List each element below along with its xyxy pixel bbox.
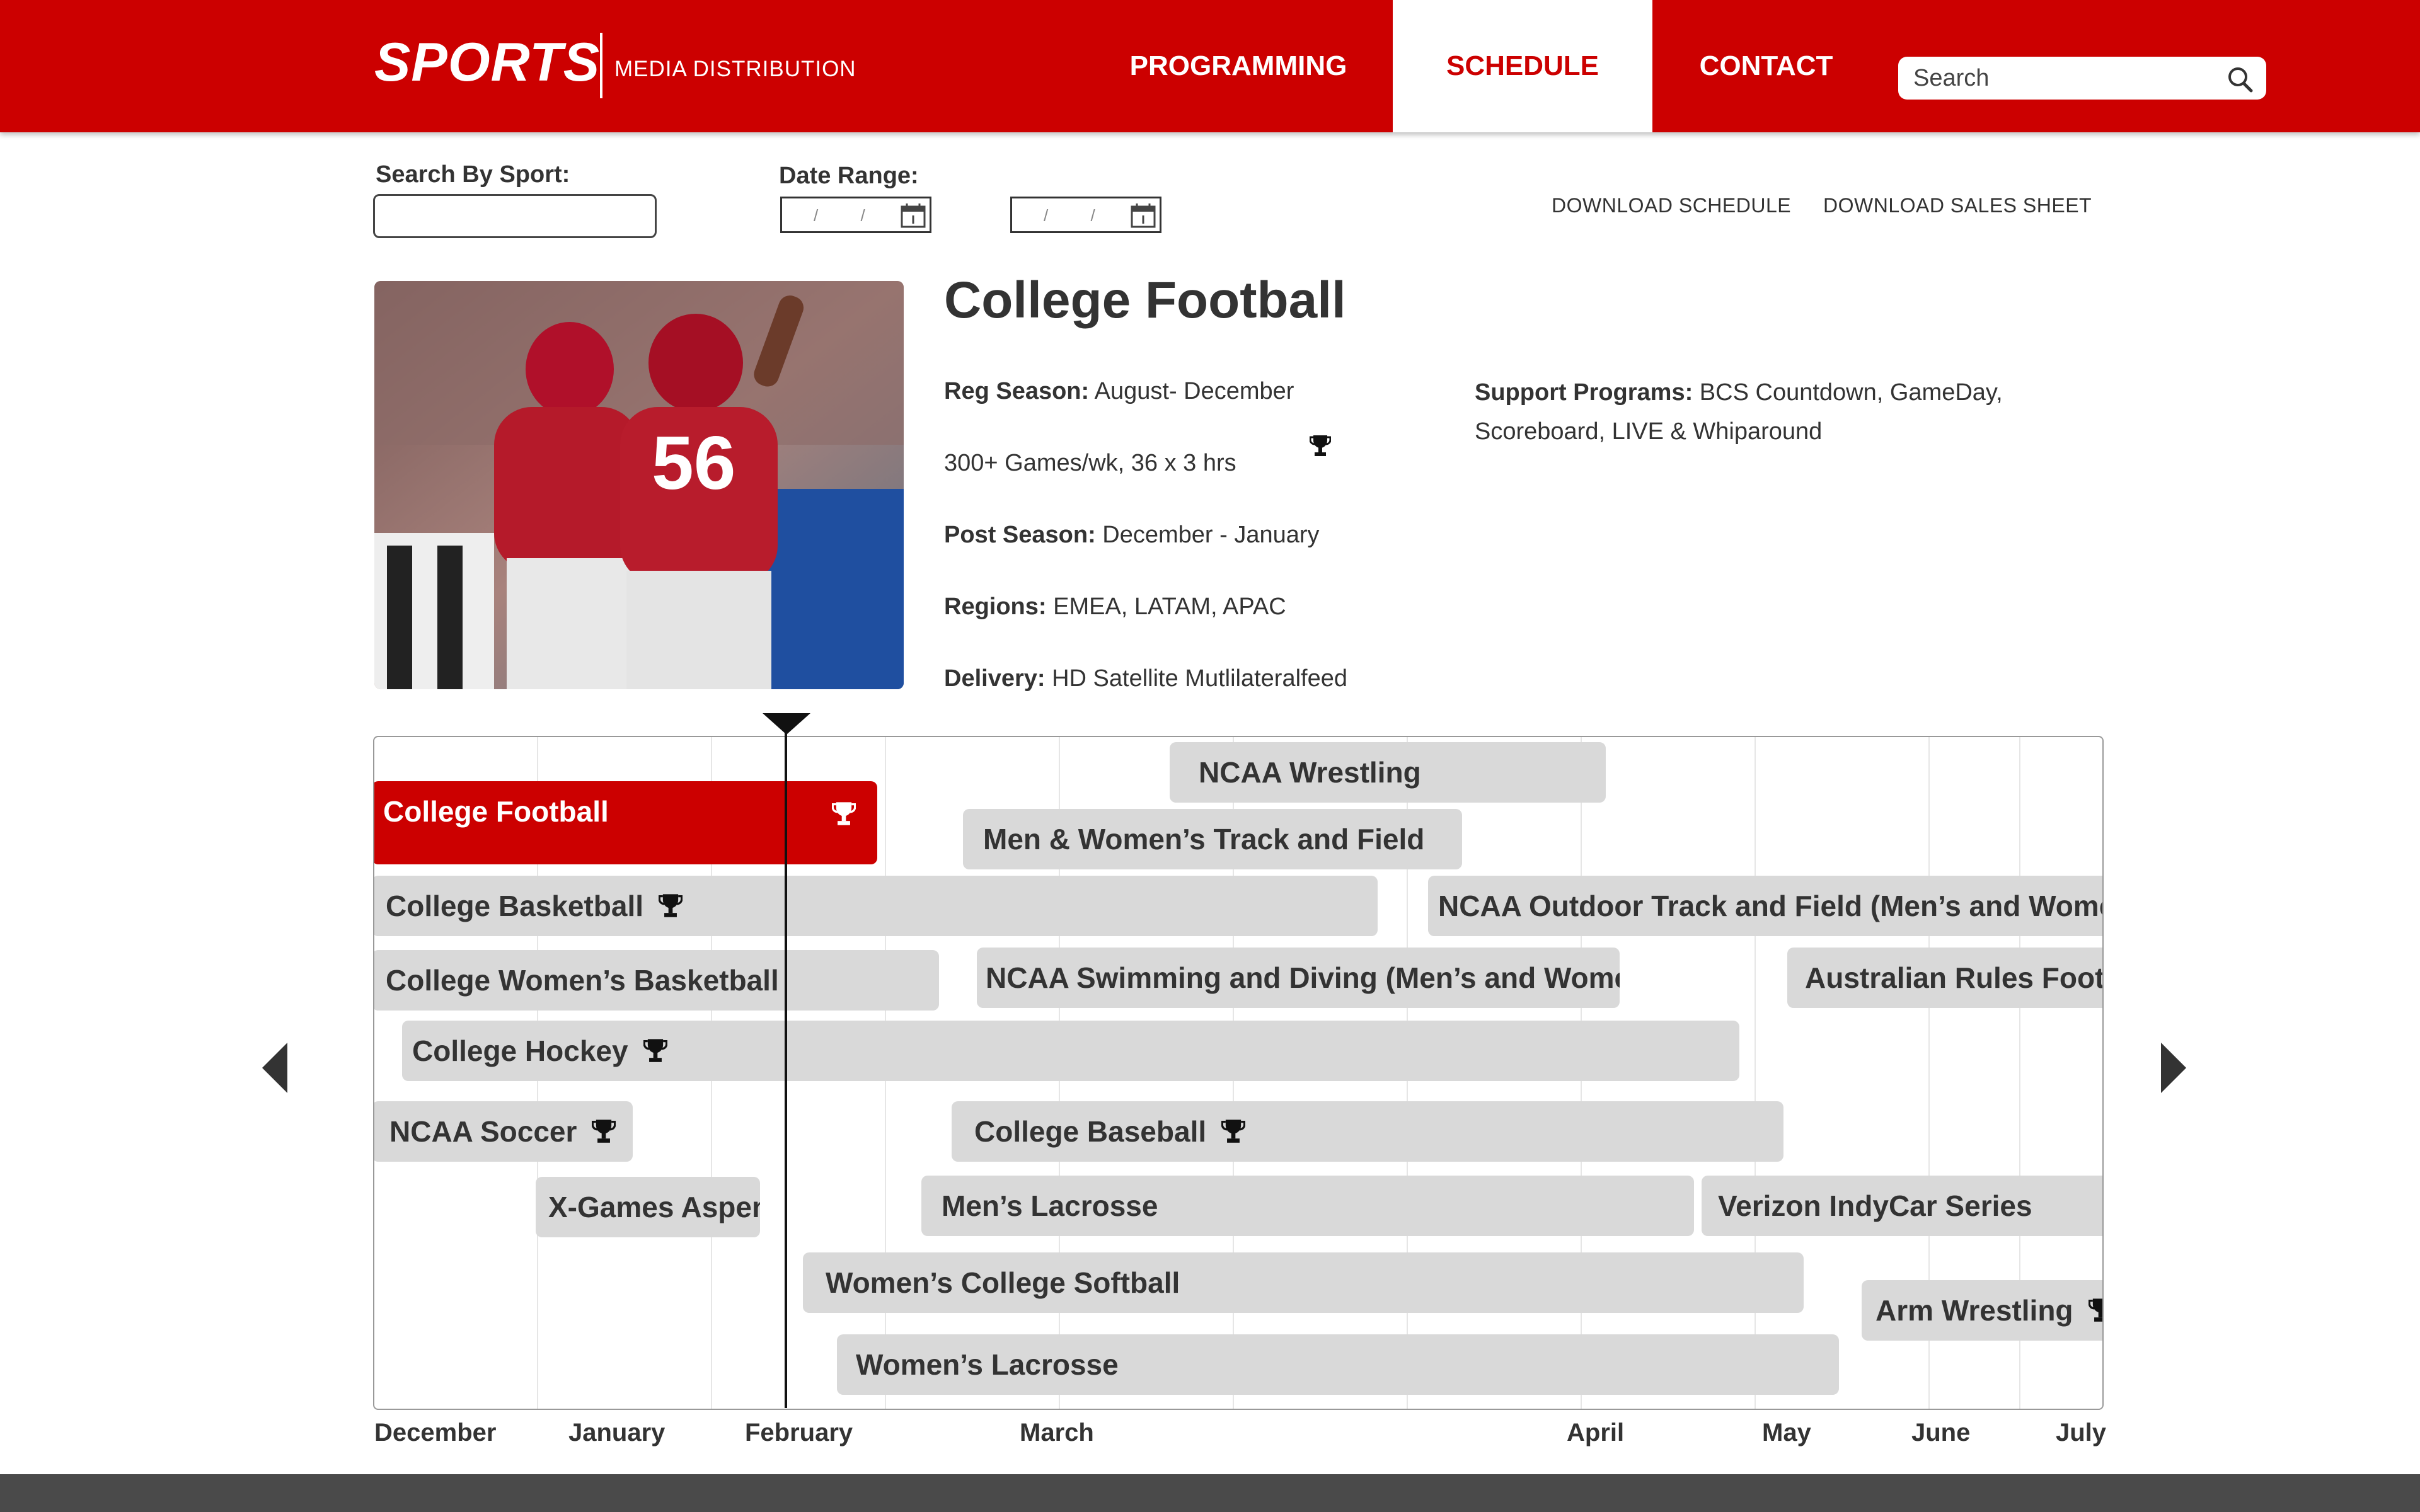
calendar-icon[interactable] (1129, 202, 1157, 229)
trophy-icon-wrap (643, 1034, 667, 1067)
games-detail: 300+ Games/wk, 36 x 3 hrs (944, 450, 1236, 476)
timeline-bar-label: NCAA Outdoor Track and Field (Men’s and … (1438, 890, 2104, 922)
sport-title: College Football (944, 272, 1346, 329)
calendar-icon[interactable] (899, 202, 927, 229)
logo-divider (600, 33, 602, 98)
timeline-bar-label: College Baseball (974, 1115, 1207, 1148)
trophy-icon (658, 894, 683, 917)
trophy-icon (592, 1120, 616, 1143)
delivery-value: HD Satellite Mutlilateralfeed (1045, 665, 1347, 692)
timeline-bar-label: NCAA Wrestling (1199, 756, 1421, 789)
trophy-icon-wrap (1221, 1115, 1246, 1148)
timeline-bar[interactable]: Verizon IndyCar Series (1702, 1176, 2102, 1236)
nav-programming[interactable]: PROGRAMMING (1100, 0, 1377, 132)
logo[interactable]: SPORTS (374, 35, 600, 89)
timeline-bar[interactable]: College Football (374, 781, 877, 864)
post-season-detail: Post Season: December - January (944, 523, 1320, 547)
timeline-bar-label: Australian Rules Football (1805, 961, 2104, 994)
timeline-bar-label: College Hockey (412, 1034, 628, 1067)
regions-value: EMEA, LATAM, APAC (1046, 593, 1286, 620)
timeline-bar-label: Women’s College Softball (826, 1266, 1180, 1299)
timeline-bar[interactable]: X-Games Aspen (536, 1177, 760, 1237)
timeline-bar[interactable]: College Baseball (952, 1101, 1783, 1162)
sport-select[interactable] (373, 194, 657, 238)
search-icon[interactable] (2226, 66, 2255, 93)
timeline-bar[interactable]: College Women’s Basketball (374, 950, 939, 1011)
timeline-bar[interactable]: NCAA Soccer (374, 1101, 633, 1162)
site-footer (0, 1474, 2420, 1512)
timeline-bar-label: Women’s Lacrosse (856, 1348, 1119, 1381)
date-placeholder: / / (814, 206, 884, 225)
timeline-bar-label: College Football (383, 795, 609, 828)
timeline-bar[interactable]: Women’s College Softball (803, 1252, 1804, 1313)
month-label: April (1567, 1419, 1625, 1446)
date-range-label: Date Range: (779, 163, 919, 189)
month-label: May (1762, 1419, 1811, 1446)
trophy-icon (831, 802, 856, 825)
timeline-bar[interactable]: College Basketball (374, 876, 1378, 936)
nav-schedule[interactable]: SCHEDULE (1393, 0, 1652, 132)
timeline-bar[interactable]: NCAA Wrestling (1170, 742, 1606, 803)
timeline-bar-label: Men & Women’s Track and Field (983, 823, 1425, 856)
timeline-bar[interactable]: Men & Women’s Track and Field (963, 809, 1462, 869)
schedule-timeline: NCAA Wrestling College Football Men & Wome… (373, 736, 2104, 1410)
download-sales-sheet-link[interactable]: DOWNLOAD SALES SHEET (1823, 195, 2092, 215)
nav-contact[interactable]: CONTACT (1664, 0, 1869, 132)
timeline-bar[interactable]: Australian Rules Football (1787, 948, 2104, 1008)
search-input[interactable] (1913, 62, 2216, 94)
timeline-bar[interactable]: Men’s Lacrosse (921, 1176, 1694, 1236)
timeline-bar[interactable]: NCAA Outdoor Track and Field (Men’s and … (1428, 876, 2104, 936)
month-label: March (1020, 1419, 1094, 1446)
trophy-icon-wrap (831, 784, 856, 844)
reg-season-value: August- December (1089, 378, 1294, 404)
month-label: February (745, 1419, 853, 1446)
trophy-icon-wrap (658, 890, 683, 922)
regions-detail: Regions: EMEA, LATAM, APAC (944, 595, 1286, 619)
reg-season-detail: Reg Season: August- December (944, 379, 1294, 403)
timeline-bar[interactable]: NCAA Swimming and Diving (Men’s and Wome… (977, 948, 1620, 1008)
trophy-icon-wrap (2088, 1294, 2102, 1327)
current-date-line (785, 724, 787, 1408)
trophy-icon-wrap (592, 1115, 616, 1148)
regions-label: Regions: (944, 593, 1047, 620)
search-box (1898, 57, 2266, 100)
timeline-bar-label: College Basketball (386, 890, 644, 922)
support-label: Support Programs: (1475, 379, 1693, 406)
support-programs: Support Programs: BCS Countdown, GameDay… (1475, 373, 2042, 451)
logo-subtitle: MEDIA DISTRIBUTION (614, 57, 856, 81)
month-label: December (374, 1419, 497, 1446)
delivery-label: Delivery: (944, 665, 1046, 692)
post-season-value: December - January (1095, 522, 1320, 548)
month-label: January (568, 1419, 666, 1446)
sport-photo: 56 (374, 281, 904, 689)
timeline-bar[interactable]: College Hockey (402, 1021, 1739, 1081)
timeline-bar-label: X-Games Aspen (548, 1191, 760, 1223)
sport-filter-label: Search By Sport: (376, 161, 570, 188)
date-placeholder: / / (1044, 206, 1114, 225)
timeline-bar-label: Men’s Lacrosse (942, 1189, 1158, 1222)
month-label: June (1911, 1419, 1971, 1446)
trophy-icon (643, 1039, 667, 1062)
date-start-field[interactable]: / / (780, 197, 931, 233)
date-end-field[interactable]: / / (1010, 197, 1161, 233)
trophy-icon (1221, 1120, 1246, 1143)
month-label: July (2056, 1419, 2107, 1446)
timeline-bar[interactable]: Arm Wrestling (1862, 1280, 2102, 1341)
trophy-icon (2088, 1298, 2102, 1322)
timeline-bar-label: Arm Wrestling (1876, 1294, 2073, 1327)
next-arrow-icon[interactable] (2161, 1043, 2186, 1093)
reg-season-label: Reg Season: (944, 378, 1090, 404)
svg-text:56: 56 (652, 421, 735, 505)
timeline-bar-label: College Women’s Basketball (386, 964, 779, 997)
post-season-label: Post Season: (944, 522, 1096, 548)
download-schedule-link[interactable]: DOWNLOAD SCHEDULE (1552, 195, 1791, 215)
current-date-marker (763, 713, 810, 735)
delivery-detail: Delivery: HD Satellite Mutlilateralfeed (944, 667, 1347, 690)
prev-arrow-icon[interactable] (262, 1043, 287, 1093)
trophy-icon (1310, 435, 1331, 456)
timeline-bar-label: NCAA Swimming and Diving (Men’s and Wome… (986, 961, 1620, 994)
timeline-bar-label: NCAA Soccer (389, 1115, 577, 1148)
timeline-bar[interactable]: Women’s Lacrosse (837, 1334, 1839, 1395)
timeline-bar-label: Verizon IndyCar Series (1718, 1189, 2032, 1222)
